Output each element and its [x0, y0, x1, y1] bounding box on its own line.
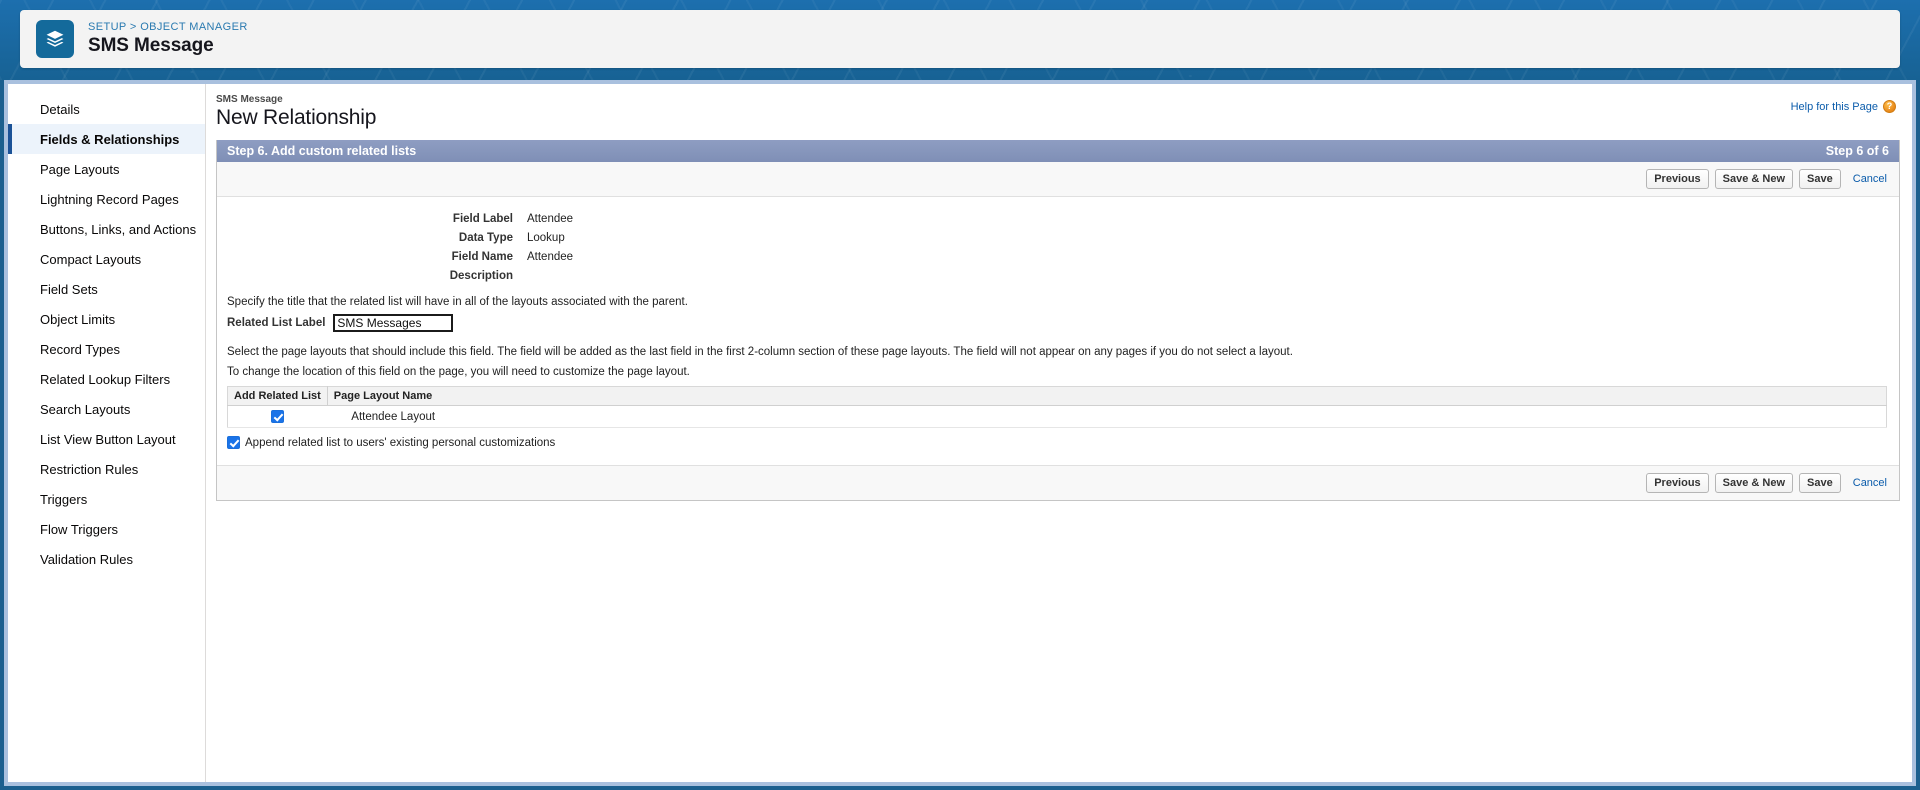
sidebar-item-label: Details: [40, 101, 80, 117]
layout-help-text-2: To change the location of this field on …: [227, 366, 690, 378]
table-row: Attendee Layout: [227, 405, 1887, 428]
sidebar-item-label: Related Lookup Filters: [40, 371, 171, 387]
sidebar-item-label: Record Types: [40, 341, 120, 357]
question-mark-icon: ?: [1883, 100, 1896, 113]
sidebar-item-label: Flow Triggers: [40, 521, 119, 537]
append-related-list-checkbox[interactable]: [227, 436, 240, 449]
sidebar-item-label: Fields & Relationships: [40, 131, 180, 147]
table-header-row: Add Related List Page Layout Name: [227, 386, 1887, 406]
sidebar-item-label: Buttons, Links, and Actions: [40, 221, 197, 237]
cancel-link-top[interactable]: Cancel: [1853, 173, 1887, 185]
summary-label: Data Type: [458, 232, 513, 244]
field-summary-list: Field Label Attendee Data Type Lookup Fi…: [217, 213, 1899, 282]
summary-value: Attendee: [527, 213, 574, 225]
related-list-label-input[interactable]: [333, 314, 454, 332]
save-and-new-button-bottom[interactable]: Save & New: [1714, 473, 1794, 493]
step-title: Step 6. Add custom related lists: [227, 144, 417, 158]
summary-row-field-label: Field Label Attendee: [217, 213, 1899, 225]
sidebar-item-buttons-links-and-actions[interactable]: Buttons, Links, and Actions: [8, 214, 205, 244]
save-button-bottom[interactable]: Save: [1799, 473, 1841, 493]
help-link-label: Help for this Page: [1790, 100, 1878, 113]
layers-stack-icon: [36, 20, 74, 58]
summary-row-data-type: Data Type Lookup: [217, 232, 1899, 244]
sidebar-item-details[interactable]: Details: [8, 94, 205, 124]
summary-label: Field Label: [452, 213, 513, 225]
page-frame: Details Fields & Relationships Page Layo…: [4, 80, 1916, 786]
column-header-add-related-list: Add Related List: [227, 386, 328, 406]
page-layout-name-cell: Attendee Layout: [327, 405, 1887, 428]
step-header: Step 6. Add custom related lists Step 6 …: [217, 140, 1899, 162]
sidebar-item-label: Restriction Rules: [40, 461, 139, 477]
sidebar-item-list-view-button-layout[interactable]: List View Button Layout: [8, 424, 205, 454]
summary-label: Description: [449, 270, 513, 282]
append-related-list-row[interactable]: Append related list to users' existing p…: [227, 436, 1899, 449]
sidebar-item-label: Lightning Record Pages: [40, 191, 179, 207]
sidebar-item-object-limits[interactable]: Object Limits: [8, 304, 205, 334]
sidebar-item-related-lookup-filters[interactable]: Related Lookup Filters: [8, 364, 205, 394]
sidebar-item-search-layouts[interactable]: Search Layouts: [8, 394, 205, 424]
summary-value: Lookup: [527, 232, 565, 244]
help-for-this-page-link[interactable]: Help for this Page ?: [1791, 100, 1896, 113]
append-related-list-label: Append related list to users' existing p…: [245, 436, 556, 449]
summary-row-description: Description: [217, 270, 1899, 282]
sidebar-item-validation-rules[interactable]: Validation Rules: [8, 544, 205, 574]
bottom-button-row: Previous Save & New Save Cancel: [217, 465, 1899, 500]
column-header-page-layout-name: Page Layout Name: [327, 386, 1887, 406]
top-button-row: Previous Save & New Save Cancel: [217, 162, 1899, 197]
sidebar-item-label: Compact Layouts: [40, 251, 142, 267]
main-content: Help for this Page ? SMS Message New Rel…: [206, 84, 1912, 782]
sidebar-item-label: Object Limits: [40, 311, 116, 327]
save-and-new-button-top[interactable]: Save & New: [1714, 169, 1794, 189]
sidebar-item-label: Field Sets: [40, 281, 98, 297]
sidebar-item-compact-layouts[interactable]: Compact Layouts: [8, 244, 205, 274]
page-eyebrow: SMS Message: [216, 94, 283, 105]
sidebar-item-label: List View Button Layout: [40, 431, 176, 447]
sidebar-item-page-layouts[interactable]: Page Layouts: [8, 154, 205, 184]
page-layout-table: Add Related List Page Layout Name Attend…: [227, 386, 1887, 428]
add-related-list-checkbox[interactable]: [271, 410, 285, 423]
object-title: SMS Message: [88, 35, 214, 57]
related-list-help-text: Specify the title that the related list …: [227, 296, 688, 308]
previous-button-top[interactable]: Previous: [1646, 169, 1709, 189]
sidebar-item-record-types[interactable]: Record Types: [8, 334, 205, 364]
wizard-step-panel: Step 6. Add custom related lists Step 6 …: [216, 140, 1900, 501]
sidebar-item-label: Validation Rules: [40, 551, 133, 567]
sidebar-item-restriction-rules[interactable]: Restriction Rules: [8, 454, 205, 484]
sidebar-item-lightning-record-pages[interactable]: Lightning Record Pages: [8, 184, 205, 214]
sidebar-item-triggers[interactable]: Triggers: [8, 484, 205, 514]
sidebar-item-flow-triggers[interactable]: Flow Triggers: [8, 514, 205, 544]
sidebar-item-label: Triggers: [40, 491, 88, 507]
step-form-body: Field Label Attendee Data Type Lookup Fi…: [217, 197, 1899, 465]
sidebar-item-field-sets[interactable]: Field Sets: [8, 274, 205, 304]
related-list-label-row: Related List Label: [227, 314, 1899, 332]
cancel-link-bottom[interactable]: Cancel: [1853, 477, 1887, 489]
object-header-card: SETUP > OBJECT MANAGER SMS Message: [20, 10, 1900, 68]
add-related-list-cell: [227, 405, 328, 428]
save-button-top[interactable]: Save: [1799, 169, 1841, 189]
object-manager-sidebar: Details Fields & Relationships Page Layo…: [8, 84, 206, 782]
sidebar-item-fields-and-relationships[interactable]: Fields & Relationships: [8, 124, 205, 154]
summary-row-field-name: Field Name Attendee: [217, 251, 1899, 263]
page-title: New Relationship: [216, 106, 377, 129]
step-counter: Step 6 of 6: [1825, 144, 1889, 158]
summary-label: Field Name: [451, 251, 513, 263]
breadcrumb[interactable]: SETUP > OBJECT MANAGER: [88, 21, 248, 33]
layout-help-text-1: Select the page layouts that should incl…: [227, 346, 1293, 358]
summary-value: Attendee: [527, 251, 574, 263]
related-list-label-text: Related List Label: [227, 317, 326, 329]
sidebar-item-label: Page Layouts: [40, 161, 120, 177]
previous-button-bottom[interactable]: Previous: [1646, 473, 1709, 493]
sidebar-item-label: Search Layouts: [40, 401, 131, 417]
